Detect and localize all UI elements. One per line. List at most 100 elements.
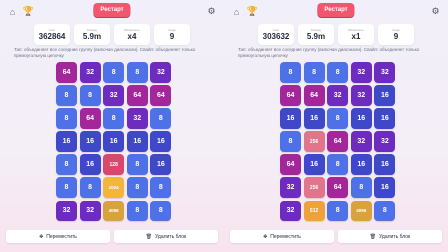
- tile[interactable]: 16: [303, 154, 325, 175]
- delete-label: Удалить блок: [379, 233, 411, 240]
- delete-icon: 🗑: [369, 233, 377, 240]
- tile[interactable]: 8: [79, 177, 101, 198]
- tile[interactable]: 16: [374, 108, 396, 129]
- tile[interactable]: 32: [350, 85, 372, 106]
- tile[interactable]: 16: [374, 177, 396, 198]
- delete-icon: 🗑: [145, 233, 153, 240]
- tile[interactable]: 32: [79, 62, 101, 83]
- delete-block-button[interactable]: 🗑 Удалить блок: [114, 230, 218, 243]
- tile[interactable]: 8: [126, 62, 148, 83]
- tile[interactable]: 32: [126, 108, 148, 129]
- tile[interactable]: 64: [280, 85, 301, 106]
- stat-value: 9: [393, 31, 399, 41]
- tile[interactable]: 64: [327, 177, 349, 198]
- tile[interactable]: 32: [327, 85, 349, 106]
- tile[interactable]: 16: [150, 131, 172, 152]
- tile[interactable]: 8: [327, 108, 349, 129]
- tile[interactable]: 16: [56, 131, 77, 152]
- tile[interactable]: 4096: [103, 200, 125, 222]
- restart-button[interactable]: Рестарт: [93, 3, 131, 17]
- tile[interactable]: 8: [103, 62, 125, 83]
- hint-text: Тап: объединяет все соседние группу (вкл…: [14, 47, 196, 58]
- tile[interactable]: 16: [374, 154, 396, 175]
- tile[interactable]: 8: [280, 62, 301, 83]
- tile[interactable]: 32: [280, 177, 301, 198]
- tile[interactable]: 8: [327, 200, 349, 222]
- home-icon[interactable]: ⌂: [6, 5, 19, 18]
- tile[interactable]: 32: [350, 131, 372, 152]
- tile[interactable]: 8: [327, 154, 349, 175]
- tile[interactable]: 16: [103, 131, 125, 152]
- tile[interactable]: 256: [303, 177, 325, 198]
- tile[interactable]: 8: [303, 62, 325, 83]
- tile[interactable]: 8: [374, 200, 396, 222]
- stat-multiplier: Множитель x4: [114, 24, 150, 45]
- tile[interactable]: 8: [56, 177, 77, 198]
- home-icon[interactable]: ⌂: [230, 5, 243, 18]
- tile[interactable]: 8: [150, 200, 172, 222]
- tile[interactable]: 32: [150, 62, 172, 83]
- tile[interactable]: 8: [56, 154, 77, 175]
- tile[interactable]: 32: [56, 200, 77, 222]
- tile[interactable]: 16: [350, 108, 372, 129]
- stat-value: 5.9m: [82, 31, 102, 41]
- tile[interactable]: 8: [126, 154, 148, 175]
- game-board: 64 32 8 8 32 8 8 32 64 64 8 64 8 32 8 16 16 16 16 16 8 16 128 8…: [56, 62, 172, 222]
- stat-value: 9: [169, 31, 175, 41]
- restart-button[interactable]: Рестарт: [317, 3, 355, 17]
- trophy-icon[interactable]: 🏆: [246, 5, 259, 18]
- settings-icon[interactable]: ⚙: [429, 5, 442, 18]
- tile[interactable]: 8: [350, 177, 372, 198]
- delete-block-button[interactable]: 🗑 Удалить блок: [338, 230, 442, 243]
- stat-value: 5.9m: [306, 31, 326, 41]
- tile[interactable]: 16: [150, 154, 172, 175]
- tile[interactable]: 32: [374, 131, 396, 152]
- stat-score: Счет 362864: [34, 24, 70, 45]
- move-button[interactable]: ✥ Переместить: [6, 230, 110, 243]
- tile[interactable]: 16: [280, 108, 301, 129]
- tile[interactable]: 8: [103, 108, 125, 129]
- tile[interactable]: 128: [103, 154, 125, 175]
- tile[interactable]: 16: [79, 154, 101, 175]
- tile[interactable]: 64: [126, 85, 148, 106]
- tile[interactable]: 512: [303, 200, 325, 222]
- tile[interactable]: 32: [374, 62, 396, 83]
- move-label: Переместить: [270, 233, 301, 240]
- tile[interactable]: 8: [56, 108, 77, 129]
- tile[interactable]: 64: [79, 108, 101, 129]
- move-button[interactable]: ✥ Переместить: [230, 230, 334, 243]
- tile[interactable]: 8: [280, 131, 301, 152]
- tile[interactable]: 32: [79, 200, 101, 222]
- tile[interactable]: 16: [350, 154, 372, 175]
- stat-moves: Ходы 9: [154, 24, 190, 45]
- tile[interactable]: 8: [150, 108, 172, 129]
- tile[interactable]: 32: [350, 62, 372, 83]
- tile[interactable]: 4096: [350, 200, 372, 222]
- tile[interactable]: 8: [327, 62, 349, 83]
- tile[interactable]: 16: [79, 131, 101, 152]
- game-board: 8 8 8 32 32 64 64 32 32 16 16 16 8 16 16 8 256 64 32 32 64 16…: [280, 62, 396, 222]
- stat-value: x1: [351, 31, 361, 41]
- tile[interactable]: 64: [327, 131, 349, 152]
- tile[interactable]: 64: [280, 154, 301, 175]
- tile[interactable]: 32: [280, 200, 301, 222]
- tile[interactable]: 32: [103, 85, 125, 106]
- tile[interactable]: 1024: [103, 177, 125, 198]
- trophy-icon[interactable]: 🏆: [22, 5, 35, 18]
- tile[interactable]: 256: [303, 131, 325, 152]
- tile[interactable]: 8: [56, 85, 77, 106]
- move-icon: ✥: [39, 233, 44, 240]
- tile[interactable]: 8: [126, 177, 148, 198]
- tile[interactable]: 16: [126, 131, 148, 152]
- settings-icon[interactable]: ⚙: [205, 5, 218, 18]
- tile[interactable]: 64: [150, 85, 172, 106]
- tile[interactable]: 64: [303, 85, 325, 106]
- hint-text: Тап: объединяет все соседние группу (вкл…: [238, 47, 420, 58]
- tile[interactable]: 8: [79, 85, 101, 106]
- stats-bar: Счет 303632 Рекорд 5.9m Множитель x1 Ход…: [228, 24, 444, 45]
- tile[interactable]: 64: [56, 62, 77, 83]
- tile[interactable]: 16: [303, 108, 325, 129]
- tile[interactable]: 16: [374, 85, 396, 106]
- tile[interactable]: 8: [150, 177, 172, 198]
- tile[interactable]: 8: [126, 200, 148, 222]
